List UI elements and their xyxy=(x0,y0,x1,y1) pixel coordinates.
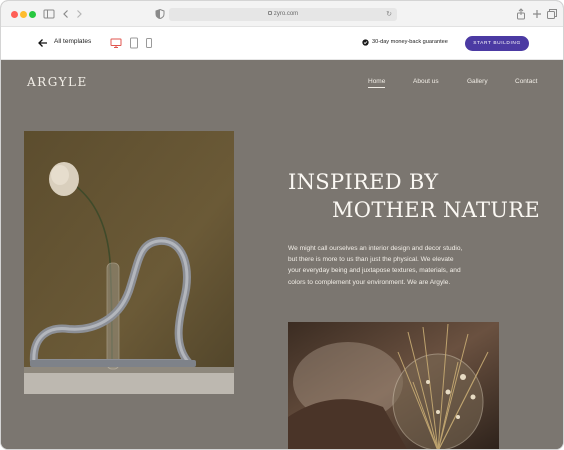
address-bar[interactable]: zyro.com ↻ xyxy=(169,8,397,21)
description-line: We might call ourselves an interior desi… xyxy=(288,245,463,252)
all-templates-link[interactable]: All templates xyxy=(54,38,91,45)
url-text: zyro.com xyxy=(273,11,299,17)
check-circle-icon xyxy=(362,39,369,46)
share-icon[interactable] xyxy=(515,8,527,20)
zoom-window-button[interactable] xyxy=(29,11,36,18)
mobile-view-icon[interactable] xyxy=(144,37,154,49)
hero-headline-line-1: INSPIRED BY xyxy=(288,170,439,194)
description-line: your everyday being and juxtapose textur… xyxy=(288,267,461,275)
template-toolbar: All templates 30-day money-back guarante… xyxy=(1,27,563,60)
sidebar-toggle-icon[interactable] xyxy=(43,8,55,20)
site-logo[interactable]: ARGYLE xyxy=(27,75,88,89)
lock-icon xyxy=(267,11,272,15)
tab-overview-icon[interactable] xyxy=(546,8,558,20)
nav-home[interactable]: Home xyxy=(368,78,386,88)
nav-contact[interactable]: Contact xyxy=(515,78,537,85)
tablet-view-icon[interactable] xyxy=(128,37,140,49)
privacy-shield-icon[interactable] xyxy=(154,8,166,20)
back-icon[interactable] xyxy=(60,8,72,20)
browser-window: zyro.com ↻ All templates 30-day money-ba… xyxy=(0,0,564,450)
dried-plants-photo xyxy=(288,322,499,449)
reload-icon[interactable]: ↻ xyxy=(386,8,392,21)
minimize-window-button[interactable] xyxy=(20,11,27,18)
new-tab-icon[interactable] xyxy=(531,8,543,20)
nav-about-us[interactable]: About us xyxy=(413,78,439,85)
guarantee-text: 30-day money-back guarantee xyxy=(372,39,448,45)
site-preview: ARGYLE Home About us Gallery Contact INS… xyxy=(1,60,563,449)
browser-chrome: zyro.com ↻ xyxy=(1,1,563,27)
sculpture-vase-photo xyxy=(24,131,234,394)
start-building-button[interactable]: START BUILDING xyxy=(465,36,529,51)
nav-gallery[interactable]: Gallery xyxy=(467,78,488,85)
description-line: colors to complement your environment. W… xyxy=(288,278,451,286)
desktop-view-icon[interactable] xyxy=(110,37,122,49)
hero-description: We might call ourselves an interior desi… xyxy=(288,243,503,288)
description-line: but there is more to us than just the ph… xyxy=(288,256,454,264)
hero-headline-line-2: MOTHER NATURE xyxy=(332,198,540,222)
forward-icon[interactable] xyxy=(73,8,85,20)
arrow-left-icon[interactable] xyxy=(37,37,49,49)
close-window-button[interactable] xyxy=(11,11,18,18)
